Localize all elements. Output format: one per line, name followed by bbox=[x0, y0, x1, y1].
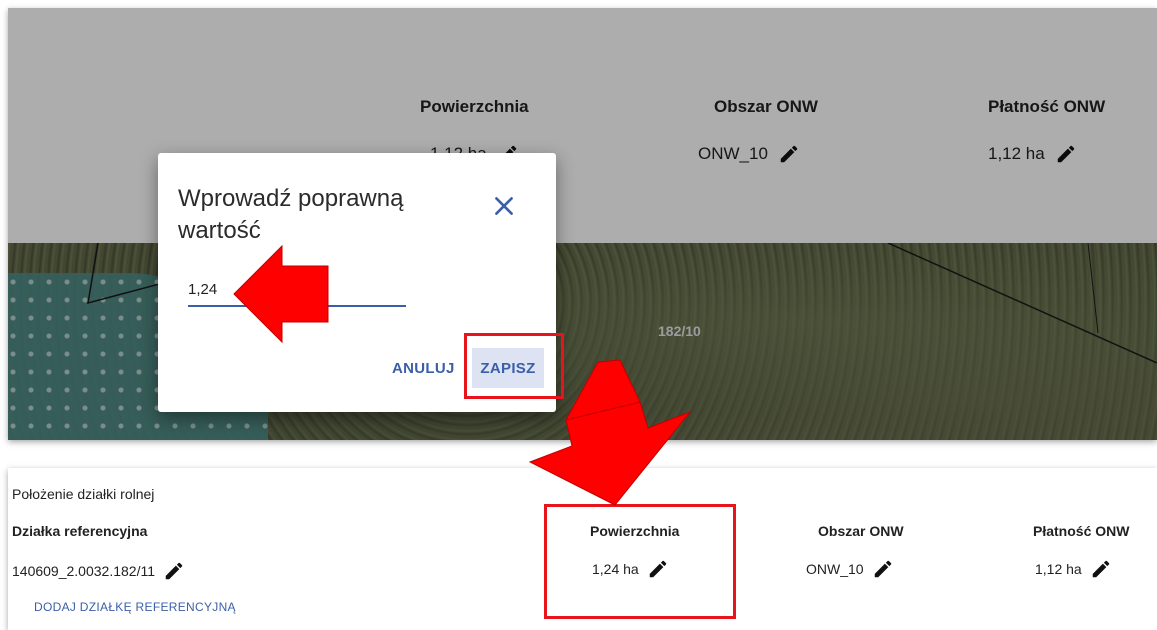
pencil-icon[interactable] bbox=[163, 560, 185, 582]
area-column-highlight bbox=[544, 504, 736, 619]
cancel-button[interactable]: ANULUJ bbox=[392, 360, 455, 377]
onw-area-value-row: ONW_10 bbox=[806, 558, 894, 580]
add-ref-plot-link[interactable]: DODAJ DZIAŁKĘ REFERENCYJNĄ bbox=[34, 600, 236, 614]
pencil-icon[interactable] bbox=[872, 558, 894, 580]
ref-plot-value-row: 140609_2.0032.182/11 bbox=[12, 560, 185, 582]
edit-value-dialog: Wprowadź poprawną wartość ANULUJ ZAPISZ bbox=[158, 153, 564, 412]
onw-payment-header: Płatność ONW bbox=[1033, 523, 1130, 539]
dialog-title: Wprowadź poprawną wartość bbox=[178, 185, 404, 244]
pencil-icon[interactable] bbox=[1090, 558, 1112, 580]
onw-payment-value-row: 1,12 ha bbox=[1035, 558, 1112, 580]
section-title: Położenie działki rolnej bbox=[12, 486, 155, 502]
onw-payment-value: 1,12 ha bbox=[1035, 561, 1082, 577]
ref-plot-value: 140609_2.0032.182/11 bbox=[12, 563, 155, 579]
value-input[interactable] bbox=[188, 273, 406, 307]
ref-plot-header: Działka referencyjna bbox=[12, 523, 148, 539]
top-screenshot-panel: Powierzchnia 1,12 ha Obszar ONW ONW_10 P… bbox=[8, 8, 1157, 440]
save-button-highlight bbox=[464, 333, 564, 399]
onw-area-header: Obszar ONW bbox=[818, 523, 904, 539]
close-icon[interactable] bbox=[491, 193, 517, 219]
onw-area-value: ONW_10 bbox=[806, 561, 864, 577]
